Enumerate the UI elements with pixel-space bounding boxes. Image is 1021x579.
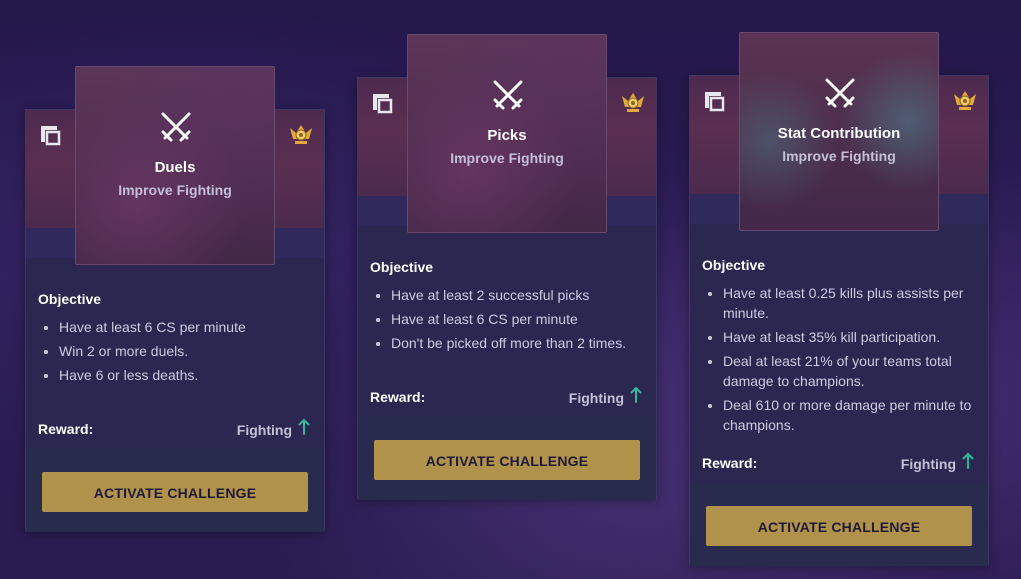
crossed-swords-icon	[161, 112, 191, 142]
square-frame-icon	[705, 92, 725, 112]
crossed-swords-icon	[825, 78, 855, 108]
activate-challenge-button[interactable]: ACTIVATE CHALLENGE	[374, 440, 640, 480]
activate-challenge-button[interactable]: ACTIVATE CHALLENGE	[42, 472, 308, 512]
rank-emblem-icon	[622, 93, 644, 112]
objective-item: Have at least 2 successful picks	[391, 285, 659, 305]
reward-label: Reward:	[702, 455, 758, 471]
objective-item: Don't be picked off more than 2 times.	[391, 333, 659, 353]
square-frame-icon	[41, 126, 61, 146]
challenge-subtitle: Improve Fighting	[782, 148, 896, 164]
rank-emblem-icon	[954, 91, 976, 110]
objective-item: Have at least 0.25 kills plus assists pe…	[723, 283, 991, 323]
objective-label: Objective	[370, 259, 434, 275]
reward-label: Reward:	[370, 389, 426, 405]
arrow-up-icon	[962, 452, 974, 469]
objective-item: Deal 610 or more damage per minute to ch…	[723, 395, 991, 435]
reward-value: Fighting	[236, 422, 292, 438]
objective-item: Win 2 or more duels.	[59, 341, 327, 361]
challenge-card-stat-contribution: Stat Contribution Improve Fighting Objec…	[689, 32, 991, 566]
objective-item: Have at least 35% kill participation.	[723, 327, 991, 347]
challenge-title: Duels	[154, 159, 196, 176]
challenge-title: Stat Contribution	[777, 125, 901, 142]
activate-challenge-button[interactable]: ACTIVATE CHALLENGE	[706, 506, 972, 546]
challenge-subtitle: Improve Fighting	[118, 182, 232, 198]
challenge-card-picks: Picks Improve Fighting Objective Have at…	[357, 34, 659, 500]
crossed-swords-icon	[493, 80, 523, 110]
objective-item: Have at least 6 CS per minute	[391, 309, 659, 329]
reward-value: Fighting	[900, 456, 956, 472]
objective-item: Have at least 6 CS per minute	[59, 317, 327, 337]
objective-list: Have at least 6 CS per minute Win 2 or m…	[39, 317, 327, 389]
challenge-title: Picks	[487, 127, 527, 144]
objective-item: Have 6 or less deaths.	[59, 365, 327, 385]
challenge-art: Stat Contribution Improve Fighting	[739, 32, 939, 231]
arrow-up-icon	[630, 386, 642, 403]
arrow-up-icon	[298, 418, 310, 435]
challenge-card-duels: Duels Improve Fighting Objective Have at…	[25, 66, 327, 532]
objective-label: Objective	[38, 291, 102, 307]
objective-item: Deal at least 21% of your teams total da…	[723, 351, 991, 391]
reward-label: Reward:	[38, 421, 94, 437]
square-frame-icon	[373, 94, 393, 114]
objective-label: Objective	[702, 257, 766, 273]
objective-list: Have at least 2 successful picks Have at…	[371, 285, 659, 357]
challenge-art: Picks Improve Fighting	[407, 34, 607, 233]
objective-list: Have at least 0.25 kills plus assists pe…	[703, 283, 991, 439]
challenge-subtitle: Improve Fighting	[450, 150, 564, 166]
reward-value: Fighting	[568, 390, 624, 406]
rank-emblem-icon	[290, 125, 312, 144]
challenge-art: Duels Improve Fighting	[75, 66, 275, 265]
